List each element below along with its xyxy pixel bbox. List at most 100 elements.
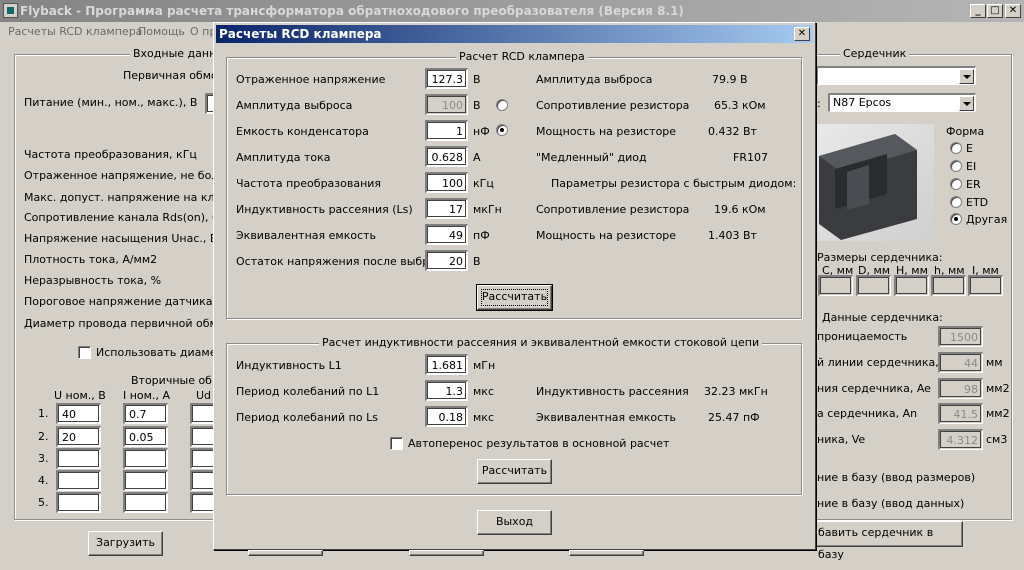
frequency-input[interactable] <box>425 172 468 193</box>
secondary-i-input[interactable] <box>123 448 168 469</box>
capacitance-input[interactable] <box>425 120 468 141</box>
chevron-down-icon[interactable] <box>959 69 974 84</box>
dimension-input[interactable] <box>818 275 853 296</box>
secondary-u-input[interactable] <box>56 426 101 447</box>
close-button[interactable]: ✕ <box>1005 4 1021 18</box>
secondary-row-num: 5. <box>38 496 49 509</box>
shape-radio-ei[interactable] <box>950 160 962 172</box>
dialog-close-button[interactable]: ✕ <box>794 27 810 41</box>
secondary-u-input[interactable] <box>56 448 101 469</box>
core-data-input[interactable] <box>938 352 983 373</box>
rcd-result-label: Амплитуда выброса <box>536 73 653 86</box>
exit-button[interactable]: Выход <box>477 510 552 535</box>
left-label-4: Напряжение насыщения Uнас., В <box>24 232 218 245</box>
main-title-bar: Flyback - Программа расчета трансформато… <box>0 0 1024 22</box>
core-data-unit: мм2 <box>986 407 1010 420</box>
secondary-u-input[interactable] <box>56 403 101 424</box>
shape-label: ETD <box>966 196 989 209</box>
overshoot-amplitude-input[interactable] <box>425 94 468 115</box>
load-button[interactable]: Загрузить <box>88 531 163 556</box>
core-data-unit: мм2 <box>986 382 1010 395</box>
shape-radio-etd[interactable] <box>950 196 962 208</box>
use-diameter-checkbox[interactable] <box>78 346 91 359</box>
rcd-param-unit: мкГн <box>473 203 502 216</box>
hidden-button[interactable] <box>409 550 484 556</box>
core-data-input[interactable] <box>938 326 983 347</box>
fast-diode-title: Параметры резистора с быстрым диодом: <box>551 177 797 190</box>
minimize-button[interactable]: _ <box>970 4 986 18</box>
leak-param-unit: мкс <box>473 411 494 424</box>
rcd-result-label: Мощность на резисторе <box>536 125 677 138</box>
rcd-result-value: 79.9 В <box>712 73 748 86</box>
secondary-i-input[interactable] <box>123 492 168 513</box>
shape-label: EI <box>966 160 977 173</box>
menu-help[interactable]: Помощь <box>138 25 185 38</box>
hidden-button[interactable] <box>569 550 644 556</box>
secondary-u-input[interactable] <box>56 492 101 513</box>
core-data-unit: см3 <box>986 433 1008 446</box>
core-data-input[interactable] <box>938 378 983 399</box>
shape-radio-e[interactable] <box>950 142 962 154</box>
dimension-input[interactable] <box>894 275 929 296</box>
leak-calculate-button[interactable]: Рассчитать <box>477 459 552 484</box>
equivalent-capacitance-input[interactable] <box>425 224 468 245</box>
residual-voltage-input[interactable] <box>425 250 468 271</box>
supply-label: Питание (мин., ном., макс.), В <box>24 96 198 109</box>
dimension-input[interactable] <box>856 275 891 296</box>
leak-param-unit: мГн <box>473 359 496 372</box>
auto-transfer-checkbox[interactable] <box>390 437 403 450</box>
reflected-voltage-input[interactable] <box>425 68 468 89</box>
period-ls-input[interactable] <box>425 406 468 427</box>
menu-rcd[interactable]: Расчеты RCD клампера <box>8 25 142 38</box>
current-amplitude-input[interactable] <box>425 146 468 167</box>
leak-result-value: 25.47 пФ <box>708 411 760 424</box>
secondary-i-input[interactable] <box>123 426 168 447</box>
leak-param-label: Индуктивность L1 <box>236 359 342 372</box>
leak-result-value: 32.23 мкГн <box>704 385 768 398</box>
shape-radio-er[interactable] <box>950 178 962 190</box>
secondary-u-input[interactable] <box>56 470 101 491</box>
base-sizes-option[interactable]: ние в базу (ввод размеров) <box>817 471 975 484</box>
rcd-result-value: 65.3 кОм <box>714 99 766 112</box>
core-data-input[interactable] <box>938 429 983 450</box>
main-window-title: Flyback - Программа расчета трансформато… <box>20 4 684 18</box>
fast-result-value: 19.6 кОм <box>714 203 766 216</box>
inductance-l1-input[interactable] <box>425 354 468 375</box>
rcd-calculate-button[interactable]: Рассчитать <box>476 284 553 311</box>
rcd-param-unit: В <box>473 99 481 112</box>
dimension-input[interactable] <box>968 275 1003 296</box>
dimension-input[interactable] <box>931 275 966 296</box>
leakage-group-title: Расчет индуктивности рассеяния и эквивал… <box>319 336 763 349</box>
period-l1-input[interactable] <box>425 380 468 401</box>
rcd-param-label: Амплитуда тока <box>236 151 331 164</box>
secondary-header-i: I ном., А <box>123 389 170 402</box>
overshoot-mode-radio[interactable] <box>496 99 508 111</box>
shape-title: Форма <box>946 125 985 138</box>
secondary-i-input[interactable] <box>123 403 168 424</box>
core-data-label: ния сердечника, Ae <box>817 382 931 395</box>
hidden-button[interactable] <box>248 550 323 556</box>
chevron-down-icon[interactable] <box>959 96 974 111</box>
material-dropdown[interactable]: N87 Epcos <box>828 93 976 112</box>
secondary-row-num: 4. <box>38 474 49 487</box>
leakage-inductance-input[interactable] <box>425 198 468 219</box>
rcd-param-label: Амплитуда выброса <box>236 99 353 112</box>
add-core-button[interactable]: бавить сердечник в базу <box>812 521 963 561</box>
left-label-1: Отраженное напряжение, не более, <box>24 169 236 182</box>
rcd-param-label: Частота преобразования <box>236 177 382 190</box>
secondary-i-input[interactable] <box>123 470 168 491</box>
secondary-row-num: 2. <box>38 430 49 443</box>
rcd-param-label: Остаток напряжения после выброса <box>236 255 449 268</box>
fast-result-value: 1.403 Вт <box>708 229 757 242</box>
core-type-dropdown[interactable] <box>816 66 976 85</box>
shape-radio-other[interactable] <box>950 213 962 225</box>
shape-label: ER <box>966 178 981 191</box>
fast-result-label: Сопротивление резистора <box>536 203 690 216</box>
capacitance-mode-radio[interactable] <box>496 124 508 136</box>
dimensions-title: Размеры сердечника: <box>817 251 943 264</box>
core-data-input[interactable] <box>938 403 983 424</box>
core-image <box>817 124 934 241</box>
maximize-button[interactable]: □ <box>987 4 1003 18</box>
base-data-option[interactable]: ние в базу (ввод данных) <box>817 497 964 510</box>
rcd-param-unit: В <box>473 255 481 268</box>
